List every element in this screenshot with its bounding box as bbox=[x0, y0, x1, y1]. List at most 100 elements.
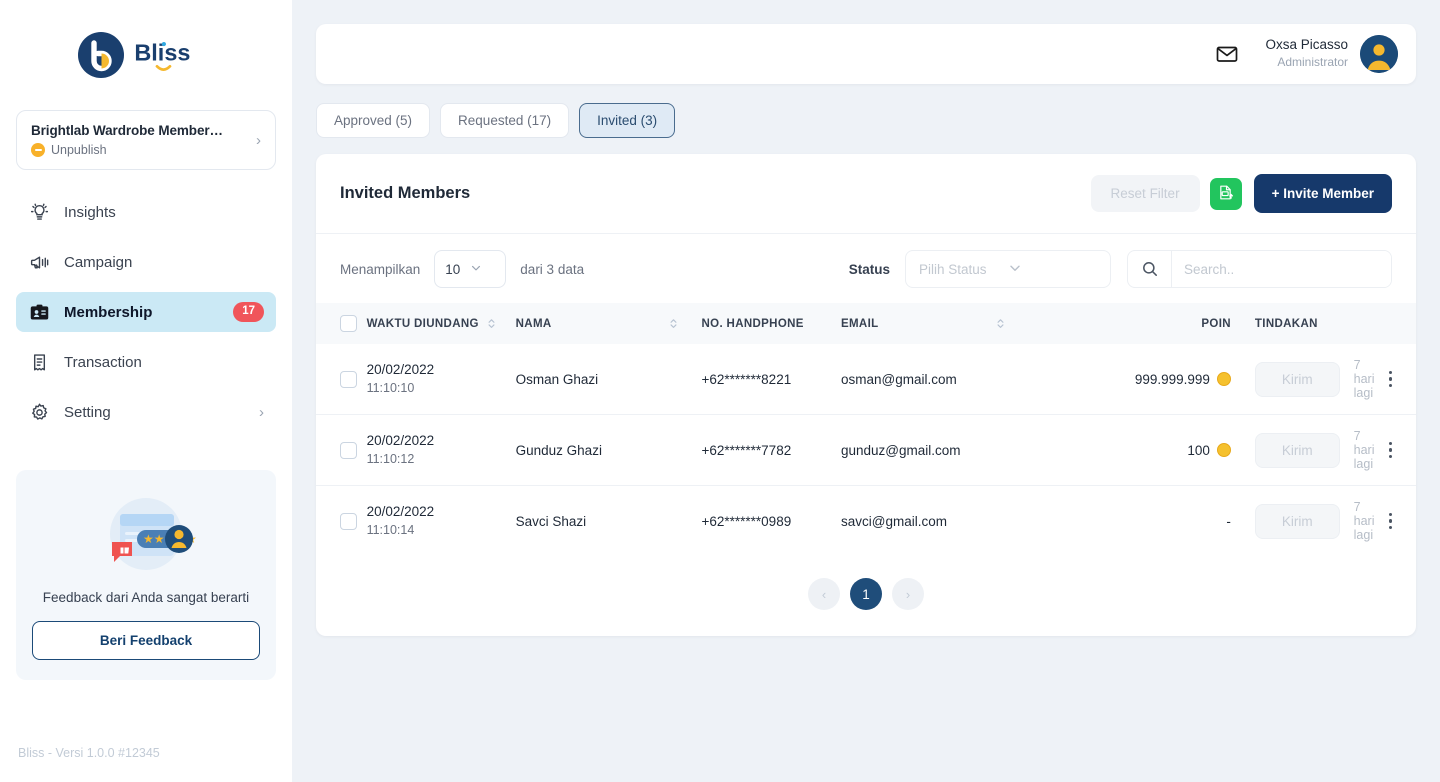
cell-tindakan: Kirim 7 hari lagi bbox=[1231, 486, 1416, 557]
sidebar-nav: Insights Campaign Membership 17 Transact… bbox=[0, 192, 292, 442]
table-row[interactable]: 20/02/2022 11:10:14 Savci Shazi +62*****… bbox=[316, 486, 1416, 557]
megaphone-icon bbox=[28, 251, 50, 273]
table-header-row: WAKTU DIUNDANG NAMA NO. HANDPHONE EMAIL … bbox=[316, 303, 1416, 344]
sidebar-item-campaign[interactable]: Campaign bbox=[16, 242, 276, 282]
row-checkbox[interactable] bbox=[340, 512, 357, 530]
tab-requested[interactable]: Requested (17) bbox=[440, 103, 570, 138]
status-filter-placeholder: Pilih Status bbox=[919, 261, 987, 277]
coin-icon bbox=[1216, 443, 1231, 457]
mail-icon[interactable] bbox=[1215, 42, 1239, 66]
bliss-logo-icon bbox=[78, 32, 124, 78]
organization-status: Unpublish bbox=[31, 143, 250, 157]
cell-tindakan: Kirim 7 hari lagi bbox=[1230, 344, 1416, 415]
invited-members-card: Invited Members Reset Filter + Invite Me… bbox=[316, 154, 1416, 636]
tab-approved[interactable]: Approved (5) bbox=[316, 103, 431, 138]
insights-icon bbox=[28, 201, 50, 223]
invited-time: 11:10:12 bbox=[366, 451, 415, 466]
reset-filter-button[interactable]: Reset Filter bbox=[1090, 175, 1200, 212]
pagination-next-button[interactable]: › bbox=[892, 578, 924, 610]
cell-waktu-diundang: 20/02/2022 11:10:10 bbox=[366, 344, 516, 415]
cell-email: gunduz@gmail.com bbox=[840, 414, 1135, 486]
poin-value: - bbox=[1226, 513, 1231, 529]
sidebar-item-membership[interactable]: Membership 17 bbox=[16, 292, 276, 332]
sidebar-item-transaction[interactable]: Transaction bbox=[16, 342, 276, 382]
table-head: WAKTU DIUNDANG NAMA NO. HANDPHONE EMAIL … bbox=[316, 303, 1416, 344]
row-menu-icon[interactable] bbox=[1388, 370, 1392, 388]
export-xls-button[interactable] bbox=[1209, 177, 1242, 210]
poin-value: 100 bbox=[1187, 442, 1210, 458]
action-note: 7 hari lagi bbox=[1353, 500, 1375, 542]
cell-tindakan: Kirim 7 hari lagi bbox=[1230, 414, 1416, 486]
search-icon bbox=[1128, 251, 1172, 287]
sort-toggle-icon[interactable] bbox=[669, 317, 678, 330]
invited-date: 20/02/2022 bbox=[366, 362, 435, 378]
main-content: Oxsa Picasso Administrator Approved (5) … bbox=[292, 0, 1440, 782]
avatar bbox=[1360, 35, 1398, 73]
row-checkbox[interactable] bbox=[340, 441, 357, 459]
sidebar-item-insights[interactable]: Insights bbox=[16, 192, 276, 232]
th-no-handphone: NO. HANDPHONE bbox=[702, 303, 841, 344]
app-root: Bliss Brightlab Wardrobe Member… Unpubli… bbox=[0, 0, 1440, 782]
cell-select bbox=[316, 414, 367, 486]
cell-waktu-diundang: 20/02/2022 11:10:12 bbox=[366, 414, 516, 486]
row-checkbox[interactable] bbox=[340, 370, 357, 388]
invited-time: 11:10:14 bbox=[366, 522, 415, 537]
invited-date: 20/02/2022 bbox=[366, 433, 435, 449]
cell-poin: - bbox=[1135, 486, 1231, 557]
card-header: Invited Members Reset Filter + Invite Me… bbox=[316, 154, 1416, 234]
app-version-label: Bliss - Versi 1.0.0 #12345 bbox=[18, 746, 160, 760]
organization-info: Brightlab Wardrobe Member… Unpublish bbox=[31, 123, 250, 157]
cell-waktu-diundang: 20/02/2022 11:10:14 bbox=[367, 486, 516, 557]
beri-feedback-button[interactable]: Beri Feedback bbox=[32, 620, 260, 660]
table-row[interactable]: 20/02/2022 11:10:12 Gunduz Ghazi +62****… bbox=[316, 414, 1416, 486]
table-row[interactable]: 20/02/2022 11:10:10 Osman Ghazi +62*****… bbox=[316, 344, 1416, 415]
search-input[interactable] bbox=[1172, 251, 1391, 287]
sort-toggle-icon[interactable] bbox=[996, 317, 1005, 330]
chevron-right-icon: › bbox=[256, 131, 261, 149]
organization-status-label: Unpublish bbox=[51, 143, 107, 157]
showing-label: Menampilkan bbox=[340, 261, 421, 277]
kirim-button[interactable]: Kirim bbox=[1254, 361, 1340, 397]
sidebar-item-setting[interactable]: Setting › bbox=[16, 392, 276, 432]
action-note: 7 hari lagi bbox=[1353, 429, 1375, 471]
feedback-card: ★★★★★ Feedback dari Anda sangat berarti … bbox=[16, 470, 276, 680]
filter-toolbar: Menampilkan 10 dari 3 data Status Pilih … bbox=[316, 234, 1416, 303]
cell-nama: Gunduz Ghazi bbox=[515, 414, 702, 486]
sort-toggle-icon[interactable] bbox=[487, 317, 496, 330]
status-filter-label: Status bbox=[848, 261, 890, 277]
sidebar-item-label: Transaction bbox=[64, 353, 142, 371]
page-title: Invited Members bbox=[340, 184, 471, 202]
brand-logo[interactable]: Bliss bbox=[0, 0, 292, 110]
select-all-checkbox[interactable] bbox=[340, 315, 357, 332]
cell-email: osman@gmail.com bbox=[840, 344, 1135, 415]
column-label: WAKTU DIUNDANG bbox=[366, 317, 479, 330]
kirim-button[interactable]: Kirim bbox=[1254, 503, 1340, 539]
th-tindakan: TINDAKAN bbox=[1231, 303, 1416, 344]
invite-member-button[interactable]: + Invite Member bbox=[1253, 174, 1392, 213]
cell-nama: Savci Shazi bbox=[515, 513, 587, 529]
page-size-select[interactable]: 10 bbox=[434, 250, 507, 288]
sidebar-item-label: Insights bbox=[64, 203, 116, 221]
cell-select bbox=[316, 486, 367, 557]
row-menu-icon[interactable] bbox=[1388, 512, 1392, 530]
user-info: Oxsa Picasso Administrator bbox=[1265, 37, 1348, 71]
column-label: POIN bbox=[1201, 317, 1231, 330]
member-status-tabs: Approved (5) Requested (17) Invited (3) bbox=[316, 103, 1416, 138]
kirim-button[interactable]: Kirim bbox=[1254, 432, 1340, 468]
th-select-all bbox=[316, 303, 367, 344]
organization-selector[interactable]: Brightlab Wardrobe Member… Unpublish › bbox=[16, 110, 276, 170]
invited-date: 20/02/2022 bbox=[366, 504, 435, 520]
topbar: Oxsa Picasso Administrator bbox=[316, 24, 1416, 84]
feedback-illustration: ★★★★★ bbox=[90, 492, 202, 582]
status-filter-select[interactable]: Pilih Status bbox=[905, 250, 1111, 288]
search-box[interactable] bbox=[1127, 250, 1392, 288]
pagination-page-1[interactable]: 1 bbox=[850, 578, 882, 610]
tab-invited[interactable]: Invited (3) bbox=[579, 103, 676, 138]
row-menu-icon[interactable] bbox=[1388, 441, 1392, 459]
user-menu[interactable]: Oxsa Picasso Administrator bbox=[1265, 35, 1398, 73]
pagination-prev-button[interactable]: ‹ bbox=[808, 578, 840, 610]
feedback-text: Feedback dari Anda sangat berarti bbox=[42, 590, 250, 605]
organization-title: Brightlab Wardrobe Member… bbox=[31, 123, 223, 138]
cell-nama: Osman Ghazi bbox=[515, 344, 702, 415]
sidebar-item-label: Setting bbox=[64, 403, 111, 421]
